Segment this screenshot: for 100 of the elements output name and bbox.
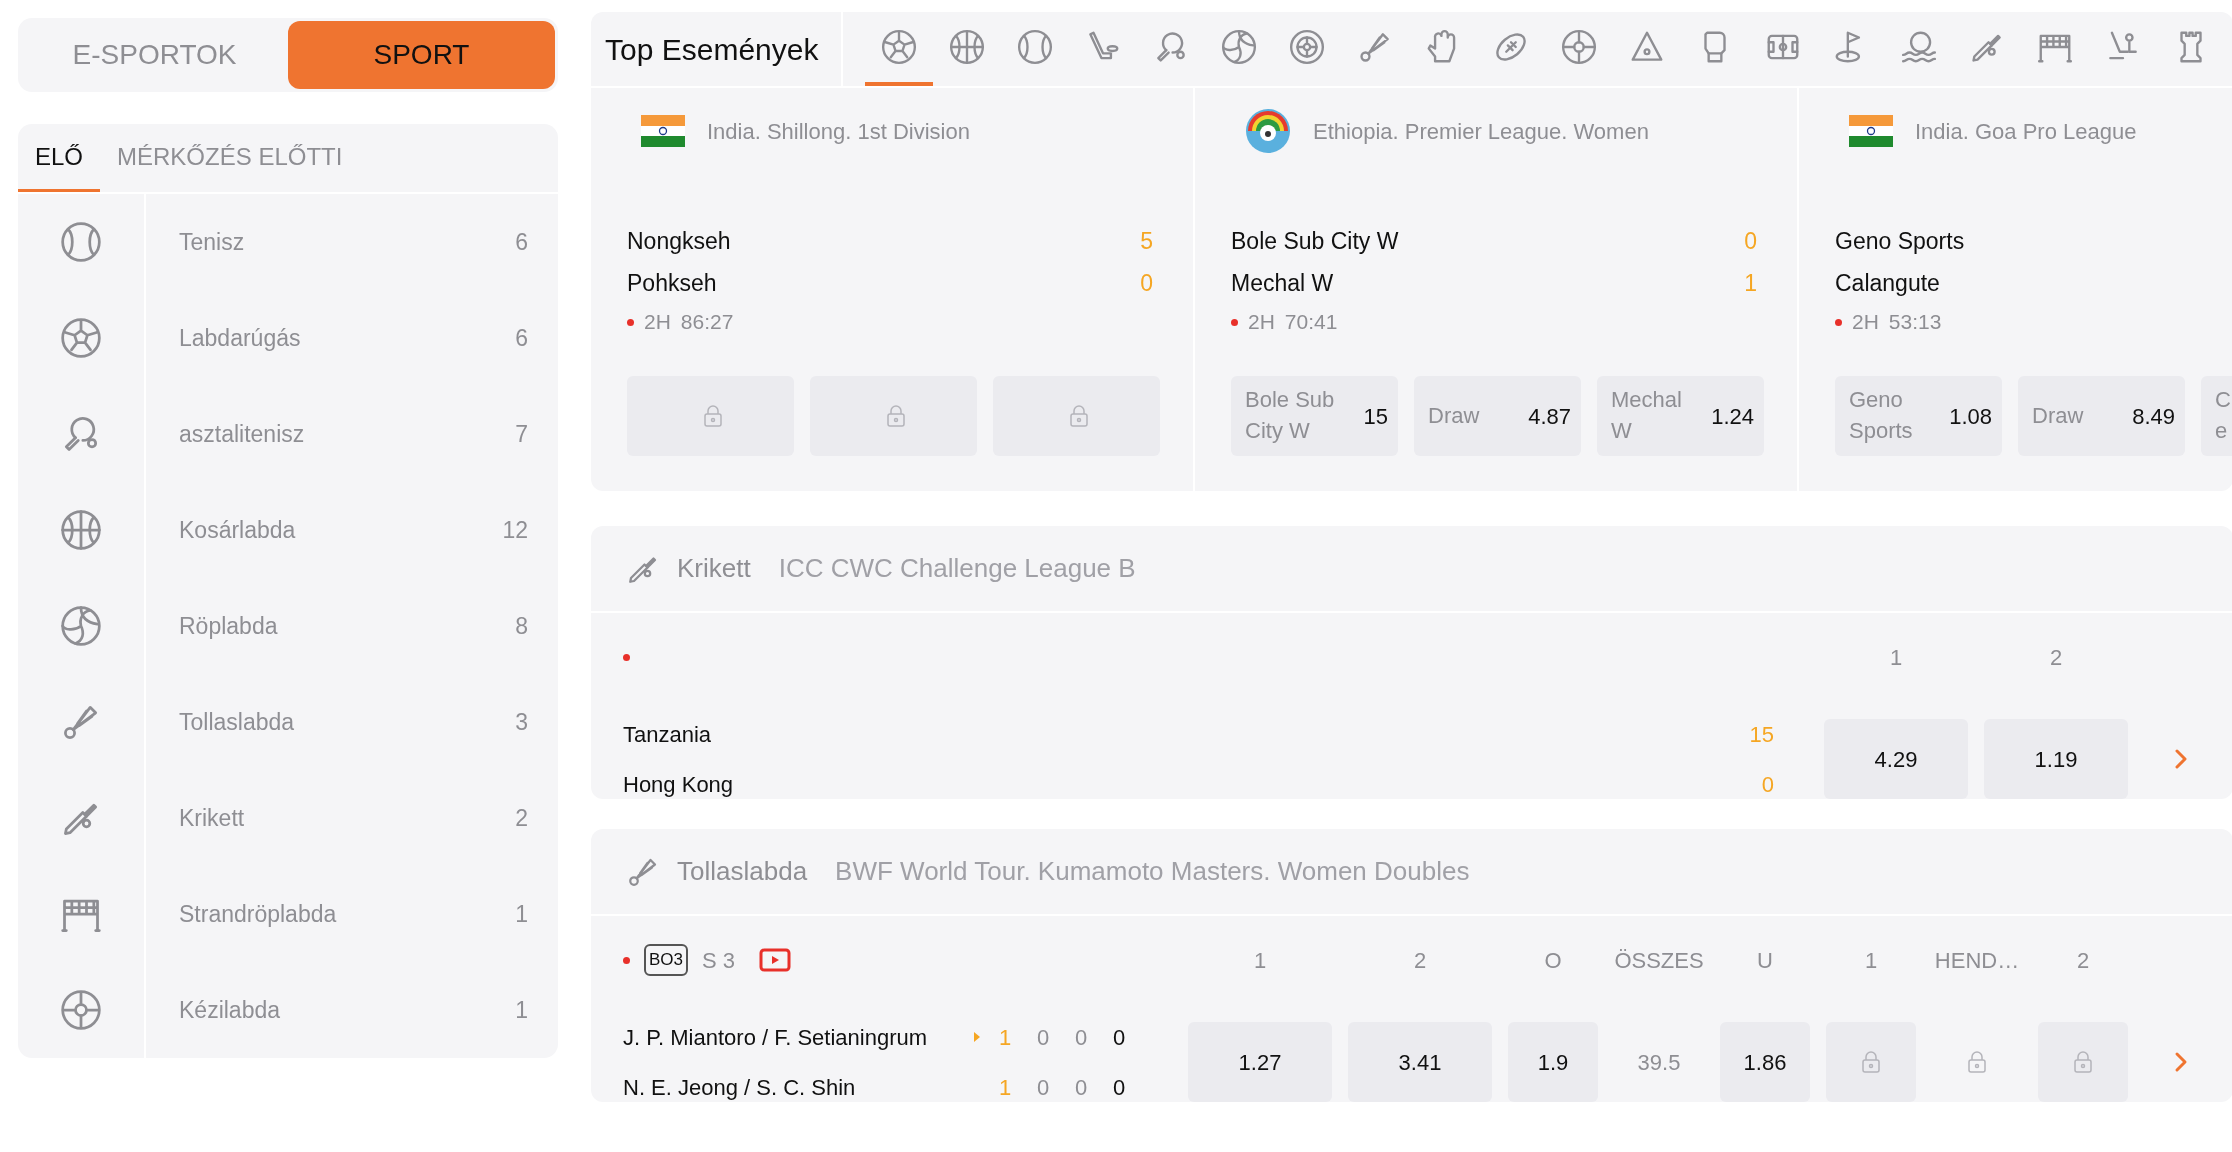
sport-name: Tollaslabda <box>677 855 808 888</box>
odds-button[interactable]: Geno Sports 1.08 <box>1835 376 2002 456</box>
match-clock: 70:41 <box>1284 309 1338 336</box>
sport-name[interactable]: Kézilabda <box>146 992 516 1028</box>
odds-button[interactable]: 1.9 <box>1508 1022 1598 1102</box>
sport-name[interactable]: Kosárlabda <box>146 512 503 548</box>
sport-name: Krikett <box>677 552 751 585</box>
volleyball-icon <box>1220 28 1258 66</box>
team-name: Nongkseh <box>627 226 731 256</box>
lock-icon <box>1967 1051 1987 1073</box>
format-badge: BO3 <box>644 944 689 976</box>
team-name: Bole Sub City W <box>1231 226 1399 256</box>
event-count: 8 <box>515 611 529 641</box>
sport-name[interactable]: Tenisz <box>146 224 516 260</box>
set-score: 0 <box>1037 1023 1051 1052</box>
total-line: 39.5 <box>1636 1048 1682 1077</box>
team-score: 15 <box>1749 720 1775 749</box>
column-header: O <box>1543 946 1563 975</box>
column-header: 1 <box>1888 643 1904 672</box>
basketball-icon <box>948 28 986 66</box>
odds-button[interactable]: 1.27 <box>1188 1022 1332 1102</box>
match-clock: 53:13 <box>1888 309 1942 336</box>
team-name: J. P. Miantoro / F. Setianingrum <box>623 1023 928 1052</box>
emblem-icon <box>1245 108 1291 154</box>
team-score: 1 <box>999 1073 1013 1102</box>
mode-tab[interactable]: MÉRKŐZÉS ELŐTTI <box>100 124 360 192</box>
event-count: 1 <box>515 995 529 1025</box>
column-header: ÖSSZES <box>1614 946 1704 975</box>
sport-name[interactable]: Krikett <box>146 800 516 836</box>
event-count: 6 <box>515 323 529 353</box>
team-name: Pohkseh <box>627 268 717 298</box>
league-name[interactable]: ICC CWC Challenge League B <box>778 549 1136 588</box>
team-score: 5 <box>1140 226 1154 256</box>
switch-tab[interactable]: E-SPORTOK <box>21 21 288 89</box>
match-period: 2H <box>644 309 671 336</box>
event-count: 1 <box>515 899 529 929</box>
volleyball-icon <box>59 604 103 648</box>
set-score: 0 <box>1075 1023 1089 1052</box>
column-header: 2 <box>1412 946 1428 975</box>
odds-button[interactable]: 3.41 <box>1348 1022 1492 1102</box>
event-count: 2 <box>515 803 529 833</box>
event-count: 6 <box>515 227 529 257</box>
more-button[interactable] <box>2173 1051 2188 1073</box>
soccer-ball-icon <box>880 28 918 66</box>
column-header: 2 <box>2075 946 2091 975</box>
odds-button[interactable]: 1.19 <box>1984 719 2128 799</box>
soccer-ball-icon <box>59 316 103 360</box>
team-name: Mechal W <box>1231 268 1334 298</box>
odds-button[interactable]: Bole Sub City W 15 <box>1231 376 1398 456</box>
wheel-icon <box>1288 28 1326 66</box>
league-name[interactable]: India. Goa Pro League <box>1915 114 2137 148</box>
sport-name[interactable]: asztalitenisz <box>146 416 516 452</box>
video-icon <box>759 948 792 972</box>
switch-tab[interactable]: SPORT <box>288 21 555 89</box>
column-header: 1 <box>1252 946 1268 975</box>
odds-button[interactable]: 4.29 <box>1824 719 1968 799</box>
team-score: 1 <box>1744 268 1758 298</box>
sport-name[interactable]: Labdarúgás <box>146 320 516 356</box>
match-period: 2H <box>1248 309 1275 336</box>
odds-button[interactable]: C e <box>2201 376 2232 456</box>
team-name: Tanzania <box>623 720 713 749</box>
set-label: S 3 <box>702 946 736 975</box>
sport-name[interactable]: Röplabda <box>146 608 516 644</box>
odds-button[interactable]: Draw 4.87 <box>1414 376 1581 456</box>
column-header: 1 <box>1863 946 1879 975</box>
lock-icon <box>1068 405 1089 427</box>
league-name[interactable]: Ethiopia. Premier League. Women <box>1313 114 1649 148</box>
team-name: Calangute <box>1835 268 1940 298</box>
match-period: 2H <box>1852 309 1879 336</box>
team-name: Hong Kong <box>623 770 734 799</box>
lock-icon <box>1861 1051 1881 1073</box>
odds-button[interactable]: Draw 8.49 <box>2018 376 2185 456</box>
match-clock: 86:27 <box>680 309 734 336</box>
flag-icon <box>641 115 685 147</box>
set-score: 0 <box>1075 1073 1089 1102</box>
team-score: 0 <box>1744 226 1758 256</box>
odds-button[interactable]: 1.86 <box>1720 1022 1810 1102</box>
tennis-ball-icon <box>59 220 103 264</box>
basketball-icon <box>59 508 103 552</box>
column-header: 2 <box>2048 643 2064 672</box>
sport-name[interactable]: Strandröplabda <box>146 896 516 932</box>
lock-icon <box>2073 1051 2093 1073</box>
flag-icon <box>1849 115 1893 147</box>
league-name[interactable]: India. Shillong. 1st Division <box>707 114 970 148</box>
column-header: U <box>1756 946 1774 975</box>
column-header: HEND… <box>1933 946 2021 975</box>
set-score: 0 <box>1113 1073 1127 1102</box>
event-count: 3 <box>515 707 529 737</box>
chevron-icon <box>2173 748 2188 770</box>
team-score: 1 <box>999 1023 1013 1052</box>
event-count: 7 <box>515 419 529 449</box>
more-button[interactable] <box>2173 748 2188 770</box>
league-name[interactable]: BWF World Tour. Kumamoto Masters. Women Doubles <box>835 852 1470 891</box>
odds-button[interactable]: Mechal W 1.24 <box>1597 376 1764 456</box>
tennis-ball-icon <box>1016 28 1054 66</box>
lock-icon <box>885 405 906 427</box>
set-score: 0 <box>1113 1023 1127 1052</box>
mode-tab[interactable]: ELŐ <box>18 124 101 192</box>
sport-name[interactable]: Tollaslabda <box>146 704 516 740</box>
team-name: Geno Sports <box>1835 226 1965 256</box>
